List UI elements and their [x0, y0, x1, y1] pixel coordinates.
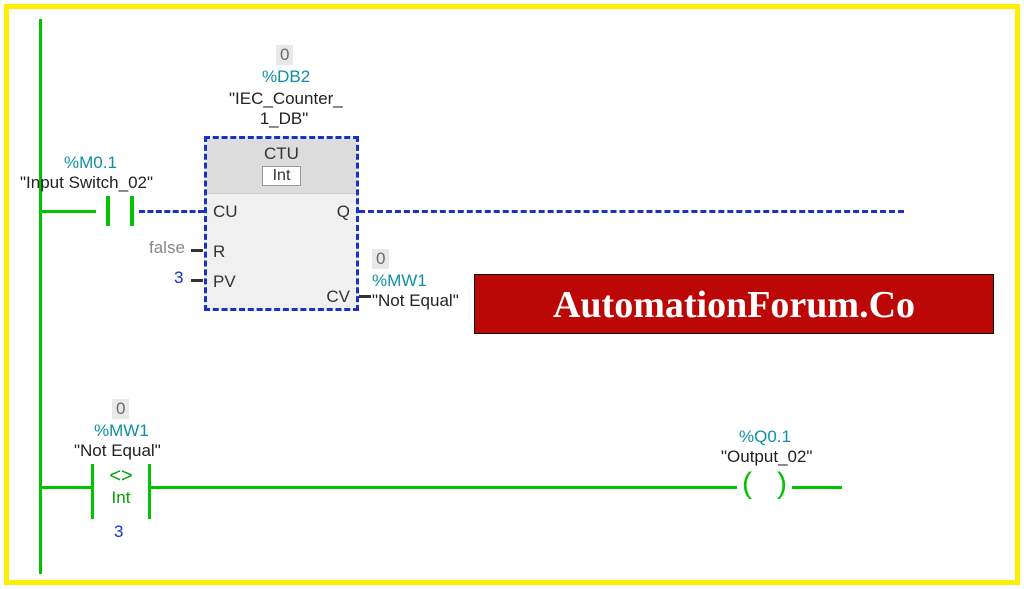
- wire: [151, 486, 737, 489]
- cv-address: %MW1: [372, 271, 427, 291]
- ctu-title: CTU: [264, 144, 299, 163]
- input-address: %M0.1: [64, 153, 117, 173]
- diagram-frame: %M0.1 "Input Switch_02" 0 %DB2 "IEC_Coun…: [4, 4, 1020, 585]
- tick-r: [191, 249, 203, 252]
- ctu-subtype: Int: [262, 166, 302, 186]
- ctu-counter-block[interactable]: CTU Int CU R PV Q CV: [204, 136, 359, 311]
- wire: [41, 210, 96, 213]
- block-address: %DB2: [262, 67, 310, 87]
- cmp-operator: <>: [91, 464, 151, 488]
- output-name: "Output_02": [721, 447, 812, 467]
- block-name-line2: 1_DB": [229, 109, 339, 129]
- cmp-value-top: 0: [112, 399, 129, 419]
- pv-value: 3: [174, 268, 183, 288]
- port-cu: CU: [213, 202, 238, 222]
- compare-not-equal-block[interactable]: <> Int: [91, 464, 151, 519]
- cmp-type: Int: [91, 488, 151, 508]
- wire: [792, 486, 842, 489]
- tick-cv: [359, 295, 371, 298]
- wire-dashed: [139, 210, 204, 213]
- input-name: "Input Switch_02": [20, 173, 153, 193]
- cv-value-top: 0: [372, 249, 389, 269]
- cv-name: "Not Equal": [372, 291, 459, 311]
- watermark: AutomationForum.Co: [474, 274, 994, 334]
- output-coil[interactable]: ( ): [737, 472, 792, 502]
- output-address: %Q0.1: [739, 427, 791, 447]
- port-q: Q: [337, 202, 350, 222]
- wire-q-dashed: [359, 210, 904, 213]
- cmp-address: %MW1: [94, 421, 149, 441]
- block-name-line1: "IEC_Counter_: [229, 89, 339, 109]
- power-rail-left: [39, 19, 42, 574]
- r-value: false: [149, 238, 185, 258]
- wire: [41, 486, 91, 489]
- port-r: R: [213, 242, 225, 262]
- port-pv: PV: [213, 272, 236, 292]
- cmp-name: "Not Equal": [74, 441, 161, 461]
- ctu-header: CTU Int: [207, 139, 356, 194]
- block-value-top: 0: [276, 45, 293, 65]
- cmp-operand: 3: [114, 522, 123, 542]
- tick-pv: [191, 279, 203, 282]
- port-cv: CV: [326, 287, 350, 307]
